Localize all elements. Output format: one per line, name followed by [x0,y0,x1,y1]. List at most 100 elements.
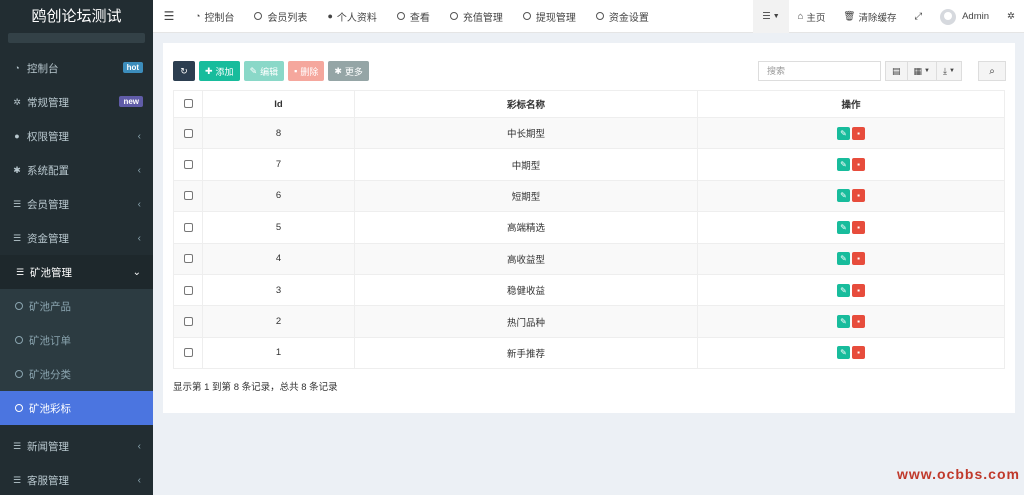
tabs-dropdown-button[interactable]: ☰ ▼ [753,0,789,33]
sidebar-subitem-label: 矿池产品 [29,300,71,313]
row-delete-button[interactable]: ▪ [852,346,865,360]
row-edit-button[interactable]: ✎ [837,252,850,266]
tab-label: 会员列表 [267,12,308,24]
columns-button[interactable]: ▦ ▼ [907,61,937,81]
cell-ops: ✎ ▪ [697,273,1005,307]
search-input[interactable] [758,61,881,81]
row-edit-button[interactable]: ✎ [837,315,850,329]
data-table: Id 彩标名称 操作 8 中长期型 ✎ ▪ 7 中期型 ✎ ▪ 6 短期型 ✎ … [173,90,1005,370]
hot-badge: hot [122,62,143,73]
tab-view[interactable]: 查看 [387,0,440,33]
row-delete-button[interactable]: ▪ [852,126,865,140]
tab-fund-settings[interactable]: 资金设置 [586,0,659,33]
add-button[interactable]: ✚ 添加 [199,61,240,81]
tab-label: 提现管理 [535,12,576,24]
fullscreen-button[interactable]: ⤢ [905,0,931,33]
pagination-summary: 显示第 1 到第 8 条记录，总共 8 条记录 [173,382,338,393]
row-delete-button[interactable]: ▪ [852,158,865,172]
caret-down-icon: ▼ [772,13,780,20]
cell-id: 1 [202,336,355,370]
sidebar-subitem-pool-tags[interactable]: 矿池彩标 [0,391,153,425]
clear-cache-button[interactable]: 🗑 清除缓存 [834,0,905,33]
sidebar-subitem-label: 矿池分类 [29,368,71,381]
sidebar-item-label: 客服管理 [27,474,69,487]
row-checkbox[interactable] [183,128,193,138]
tab-dashboard[interactable]: ◔ 控制台 [185,0,244,33]
row-delete-button[interactable]: ▪ [852,283,865,297]
column-header-id[interactable]: Id [202,90,355,118]
row-edit-button[interactable]: ✎ [837,283,850,297]
group-icon: ● [14,131,20,141]
cell-ops: ✎ ▪ [697,305,1005,338]
list-icon: ☰ [12,232,22,243]
row-delete-button[interactable]: ▪ [852,315,865,329]
sidebar-subitem-pool-products[interactable]: 矿池产品 [0,289,153,323]
tab-withdraw[interactable]: 提现管理 [513,0,586,33]
cell-id: 8 [202,116,355,150]
row-edit-button[interactable]: ✎ [837,220,850,234]
sidebar-item-support[interactable]: ☰ 客服管理 ‹ [0,463,153,495]
table-header-row: Id 彩标名称 操作 [173,90,1005,118]
cell-name: 短期型 [354,179,698,213]
home-link[interactable]: ⌂ 主页 [789,0,835,33]
circle-icon [396,12,405,20]
row-delete-button[interactable]: ▪ [852,189,865,203]
refresh-button[interactable]: ↻ [173,61,195,81]
row-edit-button[interactable]: ✎ [837,346,850,360]
tab-member-list[interactable]: 会员列表 [244,0,317,33]
tab-label: 控制台 [204,12,235,24]
sidebar-item-news[interactable]: ☰ 新闻管理 ‹ [0,429,153,463]
column-header-name[interactable]: 彩标名称 [354,90,698,118]
common-search-button[interactable]: ⌕ [978,61,1006,81]
list-icon: ☰ [12,198,22,209]
row-edit-button[interactable]: ✎ [837,189,850,203]
row-checkbox[interactable] [183,348,193,358]
sidebar-item-funds[interactable]: ☰ 资金管理 ‹ [0,221,153,255]
more-button[interactable]: ✱ 更多 [328,61,369,81]
row-edit-button[interactable]: ✎ [837,158,850,172]
sidebar-item-system[interactable]: ✱ 系统配置 ‹ [0,153,153,187]
settings-button[interactable]: ✲ [998,0,1024,33]
select-all-checkbox[interactable] [183,99,193,109]
tab-recharge[interactable]: 充值管理 [440,0,513,33]
cell-name: 热门品种 [354,305,698,338]
column-header-ops: 操作 [697,90,1005,118]
sidebar-item-dashboard[interactable]: ◔ 控制台 hot [0,51,153,85]
sidebar-item-general[interactable]: ✲ 常规管理 new [0,85,153,119]
sidebar-item-label: 矿池管理 [30,266,72,279]
chevron-left-icon: ‹ [137,199,141,210]
cell-ops: ✎ ▪ [697,336,1005,370]
export-button[interactable]: ⤓ ▼ [936,61,962,81]
row-checkbox[interactable] [183,285,193,295]
row-checkbox[interactable] [183,191,193,201]
table-row: 6 短期型 ✎ ▪ [173,179,1005,213]
caret-down-icon: ▼ [924,68,930,74]
user-menu[interactable]: Admin [931,0,998,33]
row-delete-button[interactable]: ▪ [852,220,865,234]
delete-button[interactable]: ▪ 删除 [288,61,325,81]
sidebar-item-pool[interactable]: ☰ 矿池管理 ⌄ [0,255,153,289]
sidebar-item-permission[interactable]: ● 权限管理 ‹ [0,119,153,153]
list-icon: ☰ [15,266,25,277]
tab-profile[interactable]: ● 个人资料 [317,0,386,33]
sidebar-subitem-pool-categories[interactable]: 矿池分类 [0,357,153,391]
cell-id: 2 [202,305,355,338]
menu-toggle-icon[interactable]: ☰ [153,9,185,23]
circle-icon [15,404,23,412]
edit-label: 编辑 [260,66,279,77]
edit-button[interactable]: ✎ 编辑 [243,61,285,81]
sidebar-subitem-pool-orders[interactable]: 矿池订单 [0,323,153,357]
sidebar-item-members[interactable]: ☰ 会员管理 ‹ [0,187,153,221]
row-checkbox-cell [173,179,203,213]
row-checkbox[interactable] [183,254,193,264]
row-checkbox[interactable] [183,222,193,232]
list-alt-icon: ▤ [892,65,901,76]
list-icon: ☰ [762,11,771,22]
toggle-view-button[interactable]: ▤ [885,61,908,81]
row-delete-button[interactable]: ▪ [852,252,865,266]
app-logo[interactable]: 鸥创论坛测试 [0,0,153,33]
row-edit-button[interactable]: ✎ [837,126,850,140]
row-checkbox[interactable] [183,317,193,327]
row-checkbox[interactable] [183,160,193,170]
fullscreen-icon: ⤢ [914,11,923,22]
